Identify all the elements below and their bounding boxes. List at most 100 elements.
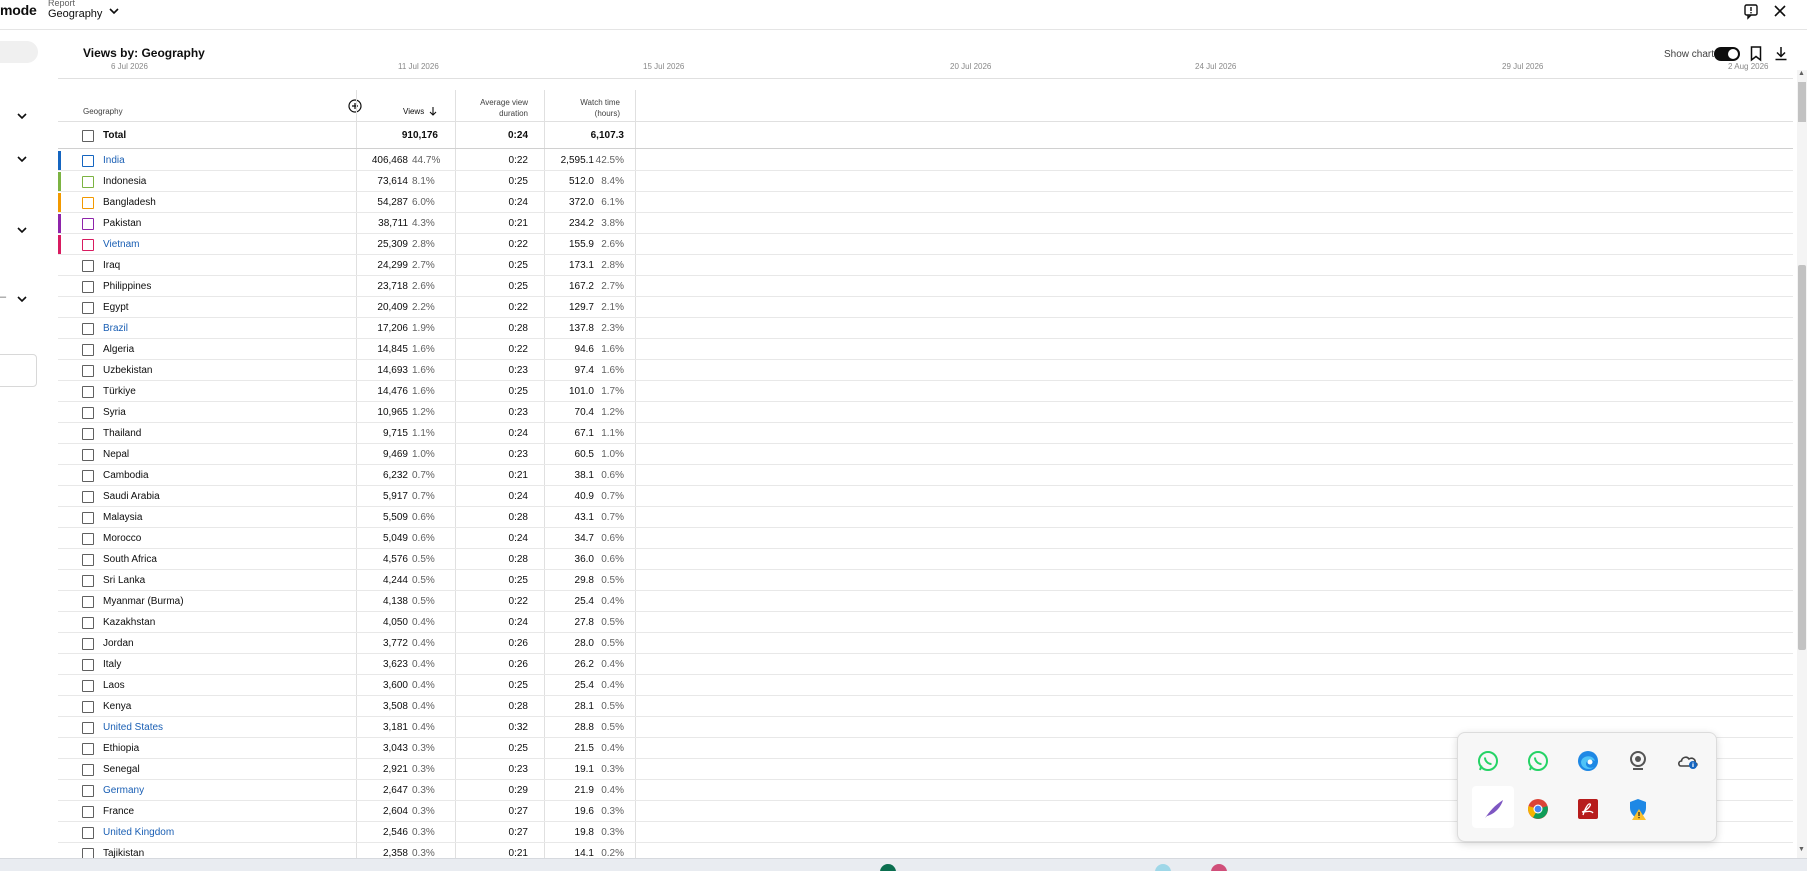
close-icon[interactable] <box>1771 2 1789 20</box>
row-checkbox[interactable] <box>82 617 94 629</box>
row-checkbox[interactable] <box>82 554 94 566</box>
table-row[interactable]: Kazakhstan 4,050 0.4% 0:24 27.8 0.5% <box>58 612 1793 633</box>
table-row[interactable]: Iraq 24,299 2.7% 0:25 173.1 2.8% <box>58 255 1793 276</box>
row-checkbox[interactable] <box>82 197 94 209</box>
chevron-down-icon[interactable] <box>14 108 30 124</box>
scroll-up-arrow-icon[interactable]: ▲ <box>1798 70 1805 77</box>
table-row[interactable]: Algeria 14,845 1.6% 0:22 94.6 1.6% <box>58 339 1793 360</box>
row-checkbox[interactable] <box>82 239 94 251</box>
table-row[interactable]: Nepal 9,469 1.0% 0:23 60.5 1.0% <box>58 444 1793 465</box>
row-checkbox[interactable] <box>82 575 94 587</box>
row-checkbox[interactable] <box>82 428 94 440</box>
chevron-down-icon[interactable] <box>14 151 30 167</box>
chevron-down-icon[interactable] <box>14 222 30 238</box>
table-row[interactable]: Malaysia 5,509 0.6% 0:28 43.1 0.7% <box>58 507 1793 528</box>
scrollbar-thumb[interactable] <box>1798 265 1806 650</box>
table-row[interactable]: Türkiye 14,476 1.6% 0:25 101.0 1.7% <box>58 381 1793 402</box>
row-checkbox[interactable] <box>82 533 94 545</box>
table-row[interactable]: Brazil 17,206 1.9% 0:28 137.8 2.3% <box>58 318 1793 339</box>
edge-icon[interactable] <box>1576 749 1600 773</box>
column-header-avg-view-duration[interactable]: Average view duration <box>468 97 528 119</box>
row-checkbox[interactable] <box>82 701 94 713</box>
bookmark-icon[interactable] <box>1748 45 1764 62</box>
column-header-views[interactable]: Views <box>403 107 424 116</box>
country-name[interactable]: India <box>103 155 125 166</box>
table-row[interactable]: Italy 3,623 0.4% 0:26 26.2 0.4% <box>58 654 1793 675</box>
column-header-geography[interactable]: Geography <box>83 107 123 116</box>
show-chart-toggle[interactable] <box>1714 47 1740 61</box>
table-row[interactable]: Bangladesh 54,287 6.0% 0:24 372.0 6.1% <box>58 192 1793 213</box>
feather-icon[interactable] <box>1482 797 1506 821</box>
whatsapp-icon[interactable] <box>1476 749 1500 773</box>
chevron-down-icon[interactable] <box>106 3 122 19</box>
row-checkbox[interactable] <box>82 806 94 818</box>
country-name[interactable]: United Kingdom <box>103 827 174 838</box>
table-row[interactable]: Thailand 9,715 1.1% 0:24 67.1 1.1% <box>58 423 1793 444</box>
row-checkbox[interactable] <box>82 680 94 692</box>
row-checkbox[interactable] <box>82 281 94 293</box>
feedback-icon[interactable] <box>1742 2 1760 20</box>
chevron-down-icon[interactable] <box>14 291 30 307</box>
row-checkbox[interactable] <box>82 659 94 671</box>
row-checkbox[interactable] <box>82 407 94 419</box>
scrollbar-thumb[interactable] <box>1798 82 1806 122</box>
row-checkbox[interactable] <box>82 470 94 482</box>
acrobat-icon[interactable] <box>1576 797 1600 821</box>
country-name[interactable]: Germany <box>103 785 144 796</box>
row-checkbox[interactable] <box>82 155 94 167</box>
scroll-down-arrow-icon[interactable]: ▼ <box>1798 846 1805 853</box>
table-row[interactable]: Sri Lanka 4,244 0.5% 0:25 29.8 0.5% <box>58 570 1793 591</box>
left-panel-input[interactable] <box>0 354 37 387</box>
row-checkbox[interactable] <box>82 638 94 650</box>
table-row[interactable]: Pakistan 38,711 4.3% 0:21 234.2 3.8% <box>58 213 1793 234</box>
table-row[interactable]: Syria 10,965 1.2% 0:23 70.4 1.2% <box>58 402 1793 423</box>
row-checkbox[interactable] <box>82 449 94 461</box>
table-row[interactable]: Kenya 3,508 0.4% 0:28 28.1 0.5% <box>58 696 1793 717</box>
table-row[interactable]: Cambodia 6,232 0.7% 0:21 38.1 0.6% <box>58 465 1793 486</box>
report-selector[interactable]: Geography <box>48 8 102 20</box>
row-checkbox[interactable] <box>82 764 94 776</box>
row-checkbox[interactable] <box>82 260 94 272</box>
country-name[interactable]: Brazil <box>103 323 128 334</box>
row-checkbox[interactable] <box>82 365 94 377</box>
country-name: Pakistan <box>103 218 142 229</box>
table-row[interactable]: Uzbekistan 14,693 1.6% 0:23 97.4 1.6% <box>58 360 1793 381</box>
column-header-watch-time[interactable]: Watch time (hours) <box>560 97 620 119</box>
table-row[interactable]: Myanmar (Burma) 4,138 0.5% 0:22 25.4 0.4% <box>58 591 1793 612</box>
row-checkbox[interactable] <box>82 302 94 314</box>
table-row[interactable]: Vietnam 25,309 2.8% 0:22 155.9 2.6% <box>58 234 1793 255</box>
table-row[interactable]: Egypt 20,409 2.2% 0:22 129.7 2.1% <box>58 297 1793 318</box>
table-row[interactable]: Morocco 5,049 0.6% 0:24 34.7 0.6% <box>58 528 1793 549</box>
table-row[interactable]: Indonesia 73,614 8.1% 0:25 512.0 8.4% <box>58 171 1793 192</box>
row-checkbox[interactable] <box>82 512 94 524</box>
row-checkbox[interactable] <box>82 176 94 188</box>
left-panel-pill[interactable] <box>0 41 38 63</box>
row-checkbox[interactable] <box>82 323 94 335</box>
table-row[interactable]: India 406,468 44.7% 0:22 2,595.1 42.5% <box>58 150 1793 171</box>
row-checkbox[interactable] <box>82 722 94 734</box>
security-warning-icon[interactable] <box>1626 797 1650 821</box>
table-row[interactable]: Jordan 3,772 0.4% 0:26 28.0 0.5% <box>58 633 1793 654</box>
country-name[interactable]: Vietnam <box>103 239 140 250</box>
row-checkbox[interactable] <box>82 386 94 398</box>
table-row[interactable]: Saudi Arabia 5,917 0.7% 0:24 40.9 0.7% <box>58 486 1793 507</box>
chrome-icon[interactable] <box>1526 797 1550 821</box>
total-checkbox[interactable] <box>82 130 94 142</box>
row-checkbox[interactable] <box>82 827 94 839</box>
row-checkbox[interactable] <box>82 218 94 230</box>
row-checkbox[interactable] <box>82 785 94 797</box>
table-row[interactable]: Laos 3,600 0.4% 0:25 25.4 0.4% <box>58 675 1793 696</box>
table-row[interactable]: South Africa 4,576 0.5% 0:28 36.0 0.6% <box>58 549 1793 570</box>
download-icon[interactable] <box>1773 45 1789 62</box>
onedrive-icon[interactable] <box>1676 749 1700 773</box>
row-checkbox[interactable] <box>82 743 94 755</box>
country-name[interactable]: United States <box>103 722 163 733</box>
whatsapp-icon[interactable] <box>1526 749 1550 773</box>
sort-descending-icon[interactable] <box>428 106 438 116</box>
row-checkbox[interactable] <box>82 491 94 503</box>
add-column-icon[interactable] <box>348 99 362 113</box>
webcam-icon[interactable] <box>1626 749 1650 773</box>
row-checkbox[interactable] <box>82 596 94 608</box>
table-row[interactable]: Philippines 23,718 2.6% 0:25 167.2 2.7% <box>58 276 1793 297</box>
row-checkbox[interactable] <box>82 344 94 356</box>
